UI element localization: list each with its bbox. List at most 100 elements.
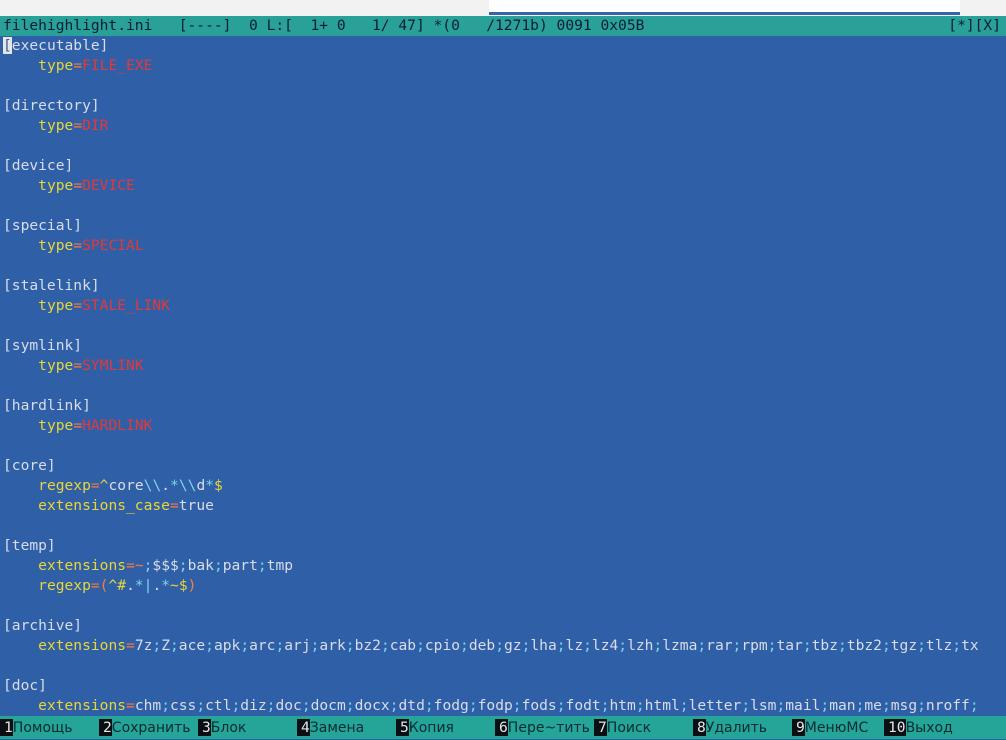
key-value-line[interactable]: extensions=7z;Z;ace;apk;arc;arj;ark;bz2;…: [3, 636, 978, 656]
list-separator: ;: [741, 697, 751, 714]
background-tab[interactable]: [489, 0, 960, 15]
fkey-6[interactable]: 6Пере~тить: [495, 716, 590, 739]
list-item: fodp: [477, 697, 513, 714]
setting-key: regexp: [38, 577, 91, 594]
fkey-number: 9: [792, 719, 805, 736]
section-header-line[interactable]: [core]: [3, 456, 56, 476]
section-header-line[interactable]: [stalelink]: [3, 276, 100, 296]
status-file-info: filehighlight.ini [----] 0 L:[ 1+ 0 1/ 4…: [3, 17, 645, 34]
fkey-8[interactable]: 8Удалить: [693, 716, 767, 739]
list-item: lz4: [591, 637, 619, 654]
list-item: letter: [688, 697, 742, 714]
list-item: man: [829, 697, 856, 714]
section-header-line[interactable]: [hardlink]: [3, 396, 91, 416]
fkey-label: МенюMC: [804, 720, 869, 736]
key-value-line[interactable]: type=SPECIAL: [3, 236, 143, 256]
equals-sign: =: [126, 637, 135, 654]
list-separator: ;: [345, 637, 355, 654]
list-separator: ;: [512, 697, 522, 714]
list-separator: ;: [917, 637, 926, 654]
section-header-line[interactable]: [special]: [3, 216, 82, 236]
section-header-line[interactable]: [temp]: [3, 536, 56, 556]
fkey-4[interactable]: 4Замена: [297, 716, 364, 739]
list-item: Z: [161, 637, 170, 654]
fkey-1[interactable]: 1Помощь: [0, 716, 72, 739]
fkey-number: 10: [884, 719, 906, 736]
list-item: part: [222, 557, 258, 574]
section-header: [device]: [3, 157, 74, 174]
list-item: $$$: [152, 557, 179, 574]
key-value-line[interactable]: type=SYMLINK: [3, 356, 144, 376]
key-value-line[interactable]: regexp=(^#.*|.*~$): [3, 576, 196, 596]
list-item: rpm: [741, 637, 768, 654]
setting-value: DIR: [82, 117, 109, 134]
list-separator: ;: [556, 697, 566, 714]
fkey-3[interactable]: 3Блок: [198, 716, 246, 739]
section-header-line[interactable]: [device]: [3, 156, 73, 176]
fkey-label: Удалить: [705, 720, 768, 736]
list-item: bz2: [354, 637, 381, 654]
setting-key: extensions: [38, 557, 127, 574]
key-value-line[interactable]: type=STALE_LINK: [3, 296, 170, 316]
equals-sign: =: [73, 297, 83, 314]
regex-char: *: [170, 477, 179, 494]
setting-value: SYMLINK: [82, 357, 144, 374]
section-header-line[interactable]: [archive]: [3, 616, 82, 636]
list-item: ace: [178, 637, 206, 654]
equals-sign: =: [73, 417, 83, 434]
list-item: msg: [890, 697, 918, 714]
section-header-line[interactable]: [symlink]: [3, 336, 82, 356]
function-key-bar: 1Помощь 2Сохранить 3Блок 4Замена 5Копия 6Пере…: [0, 716, 1006, 739]
section-header-line[interactable]: [doc]: [3, 676, 47, 696]
list-separator: ;: [380, 637, 390, 654]
setting-key: type: [38, 417, 74, 434]
equals-sign: =: [73, 177, 83, 194]
list-separator: ;: [301, 697, 311, 714]
fkey-label: Замена: [309, 720, 365, 736]
setting-key: type: [38, 357, 74, 374]
setting-value: chm;css;ctl;diz;doc;docm;docx;dtd;fodg;f…: [135, 697, 979, 714]
section-header: [doc]: [3, 677, 47, 694]
fkey-9[interactable]: 9МенюMC: [792, 716, 868, 739]
list-item: htm: [609, 697, 636, 714]
list-separator: ;: [653, 637, 663, 654]
list-separator: ;: [635, 697, 645, 714]
section-header-line[interactable]: [executable]: [3, 36, 108, 56]
regex-char: c: [108, 477, 118, 494]
text-editor-area[interactable]: [executable] type=FILE_EXE [directory] ty…: [0, 36, 1006, 716]
list-separator: ;: [917, 697, 926, 714]
key-value-line[interactable]: extensions=~;$$$;bak;part;tmp: [3, 556, 293, 576]
fkey-10[interactable]: 10Выход: [884, 716, 953, 739]
list-item: tmp: [266, 557, 294, 574]
fkey-7[interactable]: 7Поиск: [594, 716, 651, 739]
fkey-2[interactable]: 2Сохранить: [99, 716, 191, 739]
regex-char: e: [134, 477, 144, 494]
setting-key: type: [38, 297, 74, 314]
key-value-line[interactable]: type=FILE_EXE: [3, 56, 152, 76]
editor-status-bar: filehighlight.ini [----] 0 L:[ 1+ 0 1/ 4…: [0, 16, 1006, 36]
equals-sign: =: [73, 357, 83, 374]
list-item: fodt: [565, 697, 601, 714]
key-value-line[interactable]: type=HARDLINK: [3, 416, 152, 436]
setting-value: ^core\\.*\\d*$: [100, 477, 223, 494]
key-value-line[interactable]: extensions=chm;css;ctl;diz;doc;docm;docx…: [3, 696, 979, 716]
setting-value: FILE_EXE: [82, 57, 153, 74]
fkey-5[interactable]: 5Копия: [396, 716, 454, 739]
status-window-controls[interactable]: [*][X]: [948, 16, 1001, 36]
key-value-line[interactable]: regexp=^core\\.*\\d*$: [3, 476, 223, 496]
list-separator: ;: [618, 637, 628, 654]
key-value-line[interactable]: type=DEVICE: [3, 176, 135, 196]
list-separator: ;: [460, 637, 469, 654]
fkey-number: 3: [198, 719, 211, 736]
section-header-line[interactable]: [directory]: [3, 96, 100, 116]
key-value-line[interactable]: type=DIR: [3, 116, 108, 136]
list-item: 7z: [134, 637, 153, 654]
fkey-number: 6: [495, 719, 508, 736]
list-separator: ;: [178, 557, 188, 574]
regex-char: r: [126, 477, 135, 494]
list-item: dtd: [398, 697, 425, 714]
list-separator: ;: [213, 557, 223, 574]
section-header: [hardlink]: [3, 397, 91, 414]
list-item: cpio: [424, 637, 461, 654]
key-value-line[interactable]: extensions_case=true: [3, 496, 214, 516]
